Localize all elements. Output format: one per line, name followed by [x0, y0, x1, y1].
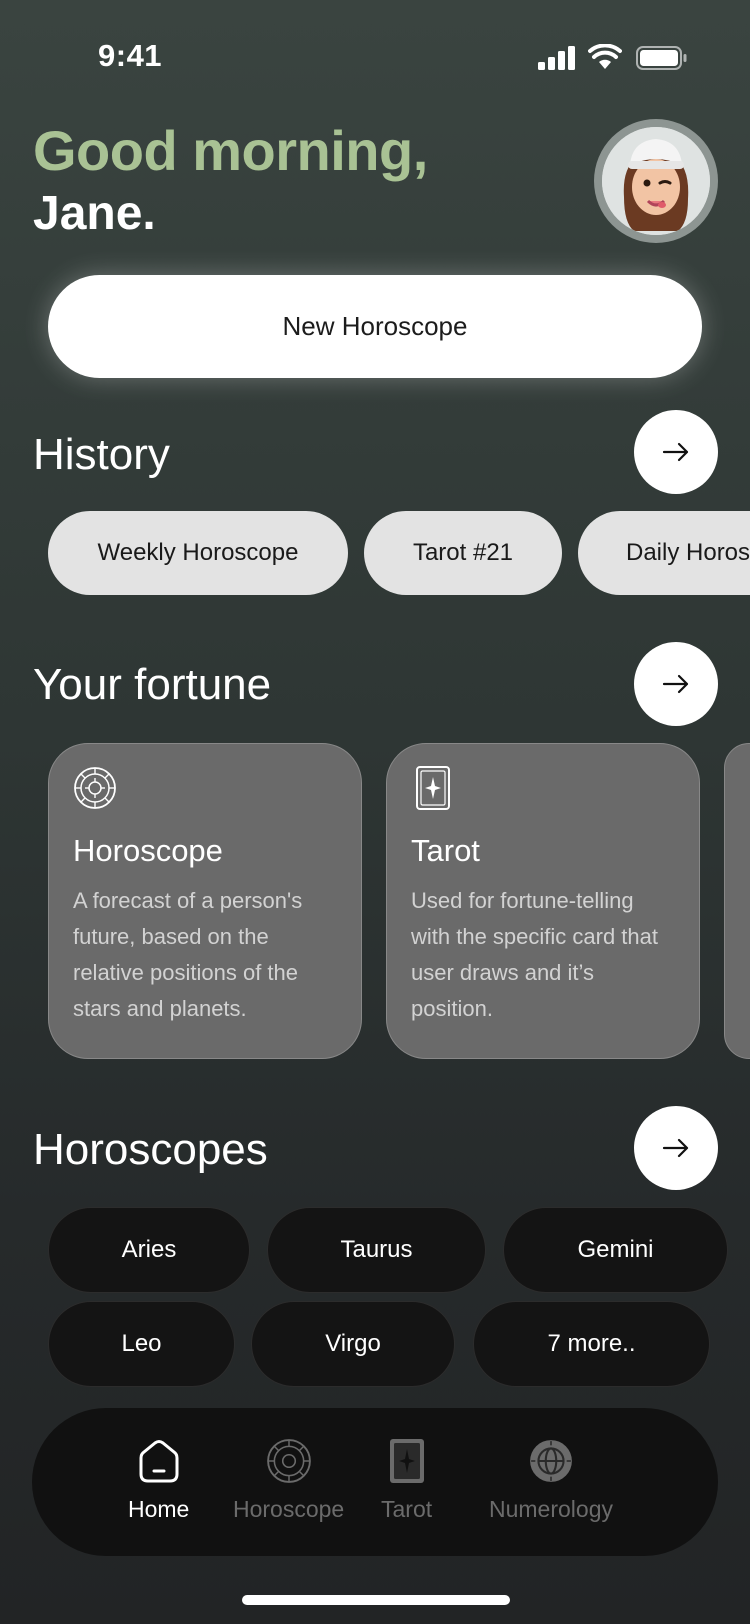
history-see-all-button[interactable] [634, 410, 718, 494]
arrow-right-icon [662, 674, 689, 694]
fortune-card-tarot[interactable]: Tarot Used for fortune-telling with the … [386, 743, 700, 1059]
user-name: Jane. [33, 187, 156, 240]
history-title: History [33, 430, 170, 479]
fortune-title: Your fortune [33, 660, 272, 709]
status-time: 9:41 [98, 38, 163, 73]
greeting-text: Good morning, [33, 119, 428, 182]
tab-numerology[interactable]: Numerology [489, 1438, 613, 1523]
sign-chip-taurus[interactable]: Taurus [267, 1207, 486, 1293]
fortune-card-title: Horoscope [73, 833, 223, 868]
tarot-card-icon [416, 766, 450, 810]
horoscopes-see-all-button[interactable] [634, 1106, 718, 1190]
horoscopes-title: Horoscopes [33, 1125, 268, 1174]
fortune-see-all-button[interactable] [634, 642, 718, 726]
home-indicator [242, 1595, 510, 1605]
tab-home[interactable]: Home [128, 1438, 189, 1523]
fortune-card-partial[interactable] [724, 743, 750, 1059]
battery-icon [636, 46, 687, 70]
tab-tarot[interactable]: Tarot [381, 1438, 432, 1523]
tab-label: Home [128, 1496, 190, 1522]
wifi-icon [588, 44, 622, 69]
fortune-card-horoscope[interactable]: Horoscope A forecast of a person's futur… [48, 743, 362, 1059]
avatar-memoji-image [602, 127, 710, 235]
zodiac-wheel-icon [74, 767, 116, 809]
arrow-right-icon [662, 1138, 689, 1158]
sign-chip-virgo[interactable]: Virgo [251, 1301, 455, 1387]
history-item-tarot-21[interactable]: Tarot #21 [364, 511, 562, 595]
history-item-weekly-horoscope[interactable]: Weekly Horoscope [48, 511, 348, 595]
signal-icon [538, 46, 575, 70]
home-icon [139, 1440, 179, 1483]
tab-label: Horoscope [233, 1496, 345, 1522]
sign-chip-leo[interactable]: Leo [48, 1301, 235, 1387]
fortune-card-description: Used for fortune-telling with the specif… [411, 888, 659, 1021]
sign-chip-gemini[interactable]: Gemini [503, 1207, 728, 1293]
zodiac-wheel-icon [266, 1439, 311, 1483]
fortune-card-description: A forecast of a person's future, based o… [73, 888, 303, 1021]
sign-chip-more[interactable]: 7 more.. [473, 1301, 710, 1387]
tab-bar: Home Horoscope Tarot Numerology [32, 1408, 718, 1556]
tab-label: Numerology [489, 1496, 613, 1522]
fortune-card-title: Tarot [411, 833, 480, 868]
avatar[interactable] [594, 119, 718, 243]
new-horoscope-button[interactable]: New Horoscope [48, 275, 702, 378]
tab-horoscope[interactable]: Horoscope [233, 1438, 344, 1523]
sign-chip-aries[interactable]: Aries [48, 1207, 250, 1293]
tab-label: Tarot [381, 1496, 433, 1522]
globe-icon [530, 1440, 572, 1482]
arrow-right-icon [662, 442, 689, 462]
history-item-daily-horoscope[interactable]: Daily Horos [578, 511, 750, 595]
tarot-card-icon [389, 1439, 424, 1483]
